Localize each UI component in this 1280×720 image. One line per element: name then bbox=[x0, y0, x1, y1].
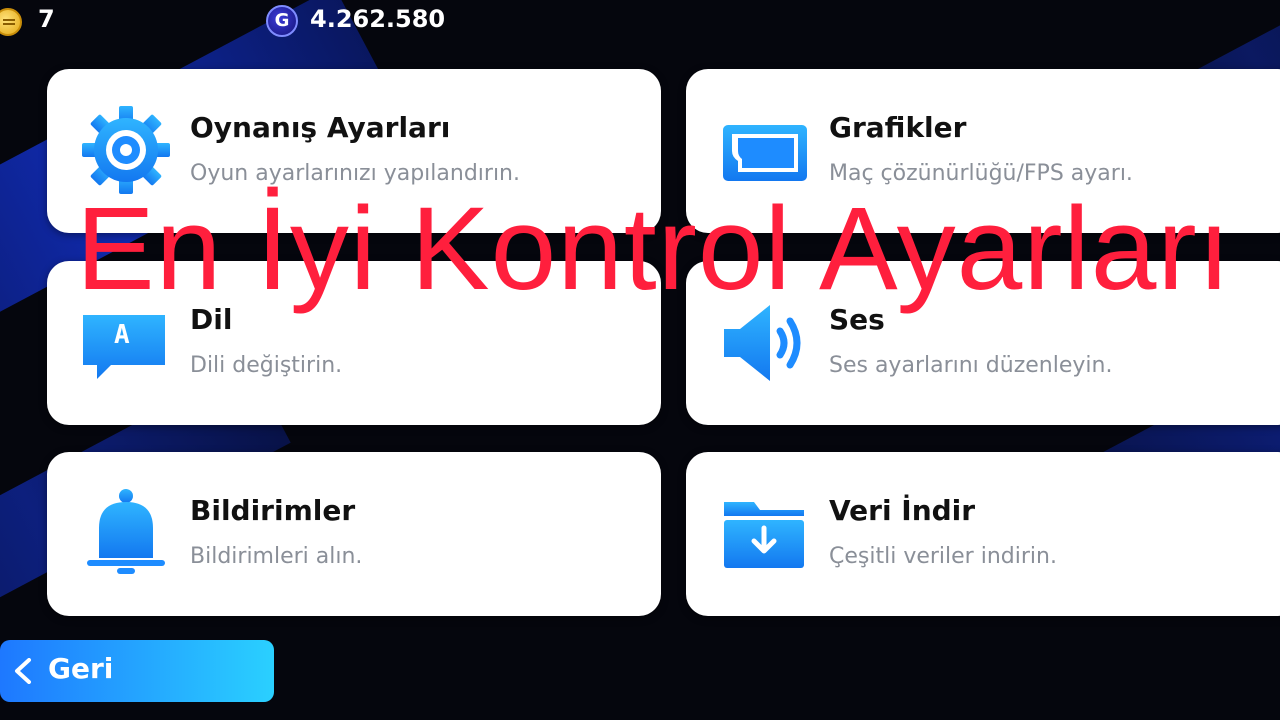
card-description: Çeşitli veriler indirin. bbox=[829, 544, 1057, 569]
language-glyph: A bbox=[114, 320, 130, 350]
gp-count: 4.262.580 bbox=[310, 5, 446, 33]
card-title: Oynanış Ayarları bbox=[190, 111, 451, 144]
coin-icon bbox=[0, 8, 22, 36]
card-title: Grafikler bbox=[829, 111, 967, 144]
coin-count: 7 bbox=[38, 5, 55, 33]
card-description: Dili değiştirin. bbox=[190, 353, 343, 378]
overlay-title: En İyi Kontrol Ayarları bbox=[76, 183, 1232, 315]
card-title: Veri İndir bbox=[829, 494, 976, 527]
card-description: Ses ayarlarını düzenleyin. bbox=[829, 353, 1113, 378]
chevron-left-icon bbox=[15, 658, 31, 684]
gear-icon bbox=[81, 105, 171, 195]
card-description: Bildirimleri alın. bbox=[190, 544, 363, 569]
gp-icon: G bbox=[266, 5, 298, 37]
currency-bar: 7 G 4.262.580 bbox=[0, 0, 1280, 44]
card-data-download[interactable]: Veri İndir Çeşitli veriler indirin. bbox=[686, 452, 1280, 616]
screen-icon bbox=[720, 105, 810, 195]
card-title: Bildirimler bbox=[190, 494, 356, 527]
back-button[interactable]: Geri bbox=[0, 640, 274, 702]
back-button-label: Geri bbox=[48, 652, 114, 685]
download-folder-icon bbox=[720, 488, 810, 578]
card-notifications[interactable]: Bildirimler Bildirimleri alın. bbox=[47, 452, 661, 616]
bell-icon bbox=[81, 488, 171, 578]
